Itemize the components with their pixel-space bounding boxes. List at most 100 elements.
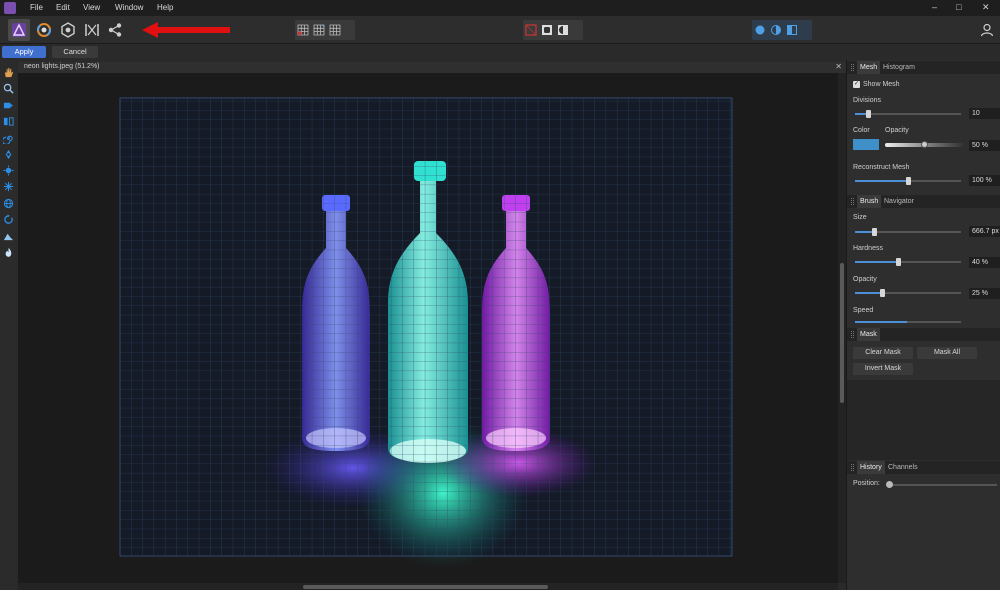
circle-full-icon bbox=[755, 25, 765, 35]
twirl-tool[interactable] bbox=[2, 132, 14, 144]
reconstruct-value[interactable]: 100 % bbox=[969, 175, 1000, 186]
brush-panel-tabs: Brush Navigator bbox=[847, 195, 1000, 208]
grid-button-2[interactable] bbox=[311, 20, 327, 40]
tone-mapping-persona-icon bbox=[85, 24, 99, 36]
grid-button-3[interactable] bbox=[327, 20, 343, 40]
hardness-value[interactable]: 40 % bbox=[969, 257, 1000, 268]
tab-channels[interactable]: Channels bbox=[885, 461, 921, 474]
tab-mask[interactable]: Mask bbox=[857, 328, 880, 341]
speed-slider[interactable] bbox=[855, 321, 961, 323]
compare-view-icon bbox=[558, 25, 568, 35]
account-button[interactable] bbox=[976, 19, 998, 41]
invert-mask-button[interactable]: Invert Mask bbox=[853, 363, 913, 375]
view-compare-button[interactable] bbox=[555, 20, 571, 40]
divisions-value[interactable]: 10 bbox=[969, 108, 1000, 119]
mode-full-button[interactable] bbox=[752, 20, 768, 40]
brush-opacity-label: Opacity bbox=[853, 276, 877, 283]
minimize-button[interactable]: – bbox=[932, 2, 937, 12]
maximize-button[interactable]: □ bbox=[956, 2, 961, 12]
liquify-persona-button[interactable] bbox=[33, 19, 55, 41]
push-forward-tool[interactable] bbox=[2, 99, 14, 111]
grid-move-icon bbox=[313, 24, 325, 36]
show-mesh-checkbox[interactable]: ✓ bbox=[853, 81, 860, 88]
mesh-opacity-slider[interactable] bbox=[885, 141, 963, 148]
mesh-color-swatch[interactable] bbox=[853, 139, 879, 150]
panel-grip-icon[interactable] bbox=[851, 331, 854, 338]
pinch-tool[interactable] bbox=[2, 148, 14, 160]
pixel-tool[interactable] bbox=[2, 197, 14, 209]
zoom-tool[interactable] bbox=[2, 82, 14, 94]
mode-half-button[interactable] bbox=[768, 20, 784, 40]
document-tab[interactable]: neon lights.jpeg (51.2%) ✕ bbox=[18, 62, 846, 73]
tone-mapping-persona-button[interactable] bbox=[81, 19, 103, 41]
size-slider[interactable] bbox=[855, 228, 961, 236]
horizontal-scrollbar[interactable] bbox=[18, 583, 838, 590]
mesh-panel-tabs: Mesh Histogram bbox=[847, 61, 1000, 74]
annotation-arrow-icon bbox=[142, 22, 230, 38]
grid-button-1[interactable] bbox=[295, 20, 311, 40]
reconstruct-slider[interactable] bbox=[855, 177, 961, 185]
freeze-tool[interactable] bbox=[2, 230, 14, 242]
history-panel-tabs: History Channels bbox=[847, 461, 1000, 474]
thaw-tool[interactable] bbox=[2, 246, 14, 258]
punch-tool[interactable] bbox=[2, 164, 14, 176]
menu-view[interactable]: View bbox=[83, 3, 100, 12]
twirl-icon bbox=[2, 135, 13, 144]
tab-history[interactable]: History bbox=[857, 461, 885, 474]
view-mesh-button[interactable] bbox=[523, 20, 539, 40]
history-position-slider[interactable] bbox=[886, 481, 997, 488]
mode-split-button[interactable] bbox=[784, 20, 800, 40]
close-window-button[interactable]: ✕ bbox=[982, 2, 990, 13]
mesh-opacity-value[interactable]: 50 % bbox=[969, 140, 1000, 151]
export-persona-button[interactable] bbox=[104, 19, 126, 41]
grid-snap-icon bbox=[329, 24, 341, 36]
apply-button[interactable]: Apply bbox=[2, 46, 46, 58]
cancel-button[interactable]: Cancel bbox=[52, 46, 98, 58]
develop-persona-button[interactable] bbox=[57, 19, 79, 41]
view-mask-button[interactable] bbox=[539, 20, 555, 40]
develop-persona-icon bbox=[61, 22, 75, 38]
tab-histogram[interactable]: Histogram bbox=[880, 61, 918, 74]
horizontal-scroll-thumb[interactable] bbox=[303, 585, 548, 589]
close-document-button[interactable]: ✕ bbox=[835, 62, 842, 71]
freeze-icon bbox=[3, 233, 13, 240]
mesh-view-icon bbox=[525, 24, 537, 36]
divisions-slider[interactable] bbox=[855, 110, 961, 118]
circle-half-icon bbox=[771, 25, 781, 35]
reconstruct-tool[interactable] bbox=[2, 213, 14, 225]
hardness-slider[interactable] bbox=[855, 258, 961, 266]
turbulence-tool[interactable] bbox=[2, 180, 14, 192]
vertical-scrollbar[interactable] bbox=[838, 73, 846, 583]
brush-opacity-value[interactable]: 25 % bbox=[969, 288, 1000, 299]
empty-panel-area bbox=[847, 380, 1000, 460]
reconstruct-label: Reconstruct Mesh bbox=[853, 164, 910, 171]
tab-navigator[interactable]: Navigator bbox=[881, 195, 917, 208]
push-left-tool[interactable] bbox=[2, 115, 14, 127]
menu-edit[interactable]: Edit bbox=[56, 3, 70, 12]
panel-grip-icon[interactable] bbox=[851, 64, 854, 71]
globe-icon bbox=[3, 198, 13, 208]
menu-file[interactable]: File bbox=[30, 3, 43, 12]
menu-window[interactable]: Window bbox=[115, 3, 143, 12]
photo-persona-button[interactable] bbox=[8, 19, 30, 41]
panel-grip-icon[interactable] bbox=[851, 198, 854, 205]
toolbar bbox=[0, 16, 1000, 44]
neon-bottles-image bbox=[18, 73, 838, 583]
panel-grip-icon[interactable] bbox=[851, 464, 854, 471]
size-value[interactable]: 666.7 px bbox=[969, 226, 1000, 237]
mask-all-button[interactable]: Mask All bbox=[917, 347, 977, 359]
brush-opacity-slider[interactable] bbox=[855, 289, 961, 297]
tab-mesh[interactable]: Mesh bbox=[857, 61, 881, 74]
hand-tool[interactable] bbox=[2, 66, 14, 78]
affinity-photo-persona-icon bbox=[12, 23, 26, 37]
clear-mask-button[interactable]: Clear Mask bbox=[853, 347, 913, 359]
turbulence-icon bbox=[3, 181, 13, 191]
position-label: Position: bbox=[853, 480, 880, 487]
history-position-knob[interactable] bbox=[886, 481, 893, 488]
vertical-scroll-thumb[interactable] bbox=[840, 263, 844, 403]
tab-brush[interactable]: Brush bbox=[857, 195, 882, 208]
hardness-label: Hardness bbox=[853, 245, 883, 252]
canvas[interactable] bbox=[18, 73, 838, 583]
menu-help[interactable]: Help bbox=[157, 3, 173, 12]
mesh-opacity-knob[interactable] bbox=[921, 141, 928, 148]
